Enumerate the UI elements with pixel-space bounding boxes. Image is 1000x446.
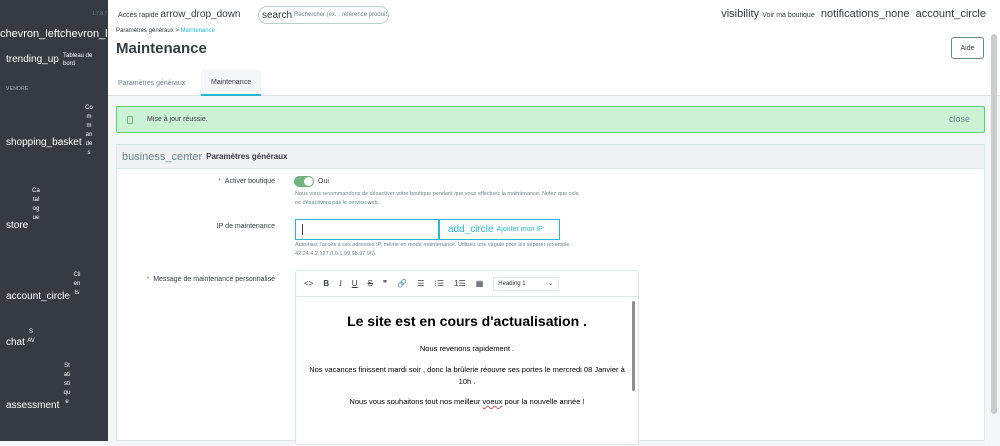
sidebar-item-stats-label[interactable]: Statistique [63,362,71,407]
sidebar-item-stats[interactable]: assessment [6,400,59,411]
breadcrumb-parent[interactable]: Paramètres généraux [116,28,174,34]
quick-access-menu[interactable]: Accès rapide arrow_drop_down [118,9,240,20]
editor-paragraph-3-a: Nous vous souhaitons tout nos meilleur [349,397,483,406]
blockquote-button[interactable]: ❞ [383,279,387,288]
enable-shop-hint-line-2: ne désactivera pas le service web. [295,200,380,206]
sidebar-item-customers-label[interactable]: Clients [73,271,81,298]
search-placeholder: Rechercher (ex. : référence produit, [294,12,389,18]
breadcrumb-separator: > [175,28,179,34]
link-icon[interactable]: 🔗 [397,279,407,288]
maintenance-ip-hint: Autorisez l'accès à ces adresses IP, mêm… [295,241,645,259]
numbered-list-button[interactable]: 1☰ [454,279,466,288]
table-button[interactable]: ▦ [476,279,484,288]
chevron-down-icon: ⌄ [548,280,554,287]
sidebar-item-orders[interactable]: shopping_basket [6,137,82,148]
enable-shop-toggle[interactable] [294,176,314,187]
arrow-drop-down-icon: arrow_drop_down [160,9,241,20]
close-icon[interactable]: close [949,114,970,124]
enable-shop-hint-line-1: Nous vous recommandons de désactiver vot… [295,191,579,197]
rich-text-editor[interactable]: <> B I U S ❞ 🔗 ☰ ⁝☰ 1☰ ▦ Heading 1 ⌄ Le … [295,270,639,445]
editor-paragraph-2: Nos vacances finissent mardi soir , donc… [309,365,625,386]
enable-shop-label-text: Activer boutique [224,178,275,185]
maintenance-ip-input[interactable] [295,219,439,240]
quick-access-label: Accès rapide [118,12,159,19]
sidebar-item-orders-label[interactable]: Commandes [85,104,93,158]
underline-button[interactable]: U [352,279,358,288]
editor-paragraph-3: Nous vous souhaitons tout nos meilleur v… [296,396,638,408]
italic-button[interactable]: I [339,279,342,288]
add-my-ip-button[interactable]: add_circle Ajouter mon IP [439,219,560,240]
maintenance-ip-label: IP de maintenance [216,223,275,230]
sidebar-collapse-icon[interactable]: chevron_leftchevron_left [0,28,108,40]
tab-maintenance[interactable]: Maintenance [201,70,262,96]
alert-message: Mise à jour réussie. [147,116,208,123]
enable-shop-hint: Nous vous recommandons de désactiver vot… [295,190,695,208]
add-my-ip-label: Ajouter mon IP [496,226,543,233]
editor-toolbar: <> B I U S ❞ 🔗 ☰ ⁝☰ 1☰ ▦ Heading 1 ⌄ [296,271,638,297]
top-bar: 1.7.8.7 Accès rapide arrow_drop_down sea… [92,0,1000,28]
editor-content[interactable]: Le site est en cours d'actualisation . N… [296,297,638,446]
shopping-basket-icon: shopping_basket [6,137,82,148]
text-caret [302,224,303,235]
store-icon: store [6,220,29,231]
check-icon [127,116,133,124]
tab-general-settings[interactable]: Paramètres généraux [108,70,195,96]
account-icon[interactable]: account_circle [916,8,986,20]
card-header: business_center Paramètres généraux [117,145,984,169]
maintenance-ip-hint-line-2: 42.24.4.2,127.0.0.1,99.98.97.96). [295,251,377,257]
help-button[interactable]: Aide [951,37,984,59]
custom-message-label-text: Message de maintenance personnalisé [153,276,275,283]
heading-select[interactable]: Heading 1 ⌄ [493,276,560,291]
page-header: Paramètres généraux > Maintenance Mainte… [108,28,1000,96]
visibility-icon[interactable]: visibility [721,8,759,20]
source-code-button[interactable]: <> [304,279,313,288]
card-title: Paramètres généraux [206,152,288,161]
sidebar-item-dashboard-label[interactable]: Tableau de bord [63,52,101,68]
required-marker: * [146,276,150,283]
heading-select-value: Heading 1 [498,280,526,287]
bullet-list-button[interactable]: ⁝☰ [434,279,444,288]
top-right-actions: visibility Voir ma boutique notification… [721,8,986,20]
settings-card: business_center Paramètres généraux * Act… [116,144,985,445]
sidebar-section-label: VENDRE [6,86,29,92]
notifications-icon[interactable]: notifications_none [821,8,910,20]
editor-heading: Le site est en cours d'actualisation . [347,313,587,329]
view-shop-link[interactable]: Voir ma boutique [762,12,815,19]
align-button[interactable]: ☰ [417,279,424,288]
misspelled-word: voeux [482,397,503,406]
sidebar: chevron_leftchevron_left trending_up Tab… [0,0,108,441]
editor-scrollbar[interactable] [632,301,635,391]
page-title: Maintenance [116,40,207,57]
toggle-value: Oui [318,178,329,185]
sidebar-item-catalog-label[interactable]: Catalogue [32,187,40,223]
strikethrough-button[interactable]: S [368,279,373,288]
custom-message-label: * Message de maintenance personnalisé [127,276,275,283]
sidebar-item-sav[interactable]: chat [6,337,25,348]
editor-paragraph-3-b: pour la nouvelle année ! [502,397,585,406]
version-label: 1.7.8.7 [92,11,108,17]
toggle-knob [304,177,313,186]
bold-button[interactable]: B [323,279,329,288]
chat-icon: chat [6,337,25,348]
account-circle-icon: account_circle [6,291,70,302]
assessment-icon: assessment [6,400,60,411]
search-input[interactable]: search Rechercher (ex. : référence produ… [258,6,389,24]
editor-paragraph-1: Nous revenons rapidement . [419,344,515,353]
breadcrumb-current: Maintenance [180,28,215,34]
breadcrumb: Paramètres généraux > Maintenance [116,28,215,34]
sidebar-item-sav-label[interactable]: SAV [27,328,35,346]
sidebar-item-dashboard[interactable]: trending_up [6,54,59,65]
search-icon[interactable]: search [262,10,292,21]
enable-shop-label: * Activer boutique [187,178,275,185]
add-circle-icon: add_circle [448,224,494,235]
sidebar-item-catalog[interactable]: store [6,220,28,231]
trending-up-icon: trending_up [6,54,59,65]
maintenance-ip-hint-line-1: Autorisez l'accès à ces adresses IP, mêm… [295,242,573,248]
sidebar-item-customers[interactable]: account_circle [6,291,70,302]
business-center-icon: business_center [122,150,203,163]
page-scrollbar[interactable] [991,34,997,414]
success-alert: Mise à jour réussie. close [116,106,985,133]
required-marker: * [218,178,221,185]
